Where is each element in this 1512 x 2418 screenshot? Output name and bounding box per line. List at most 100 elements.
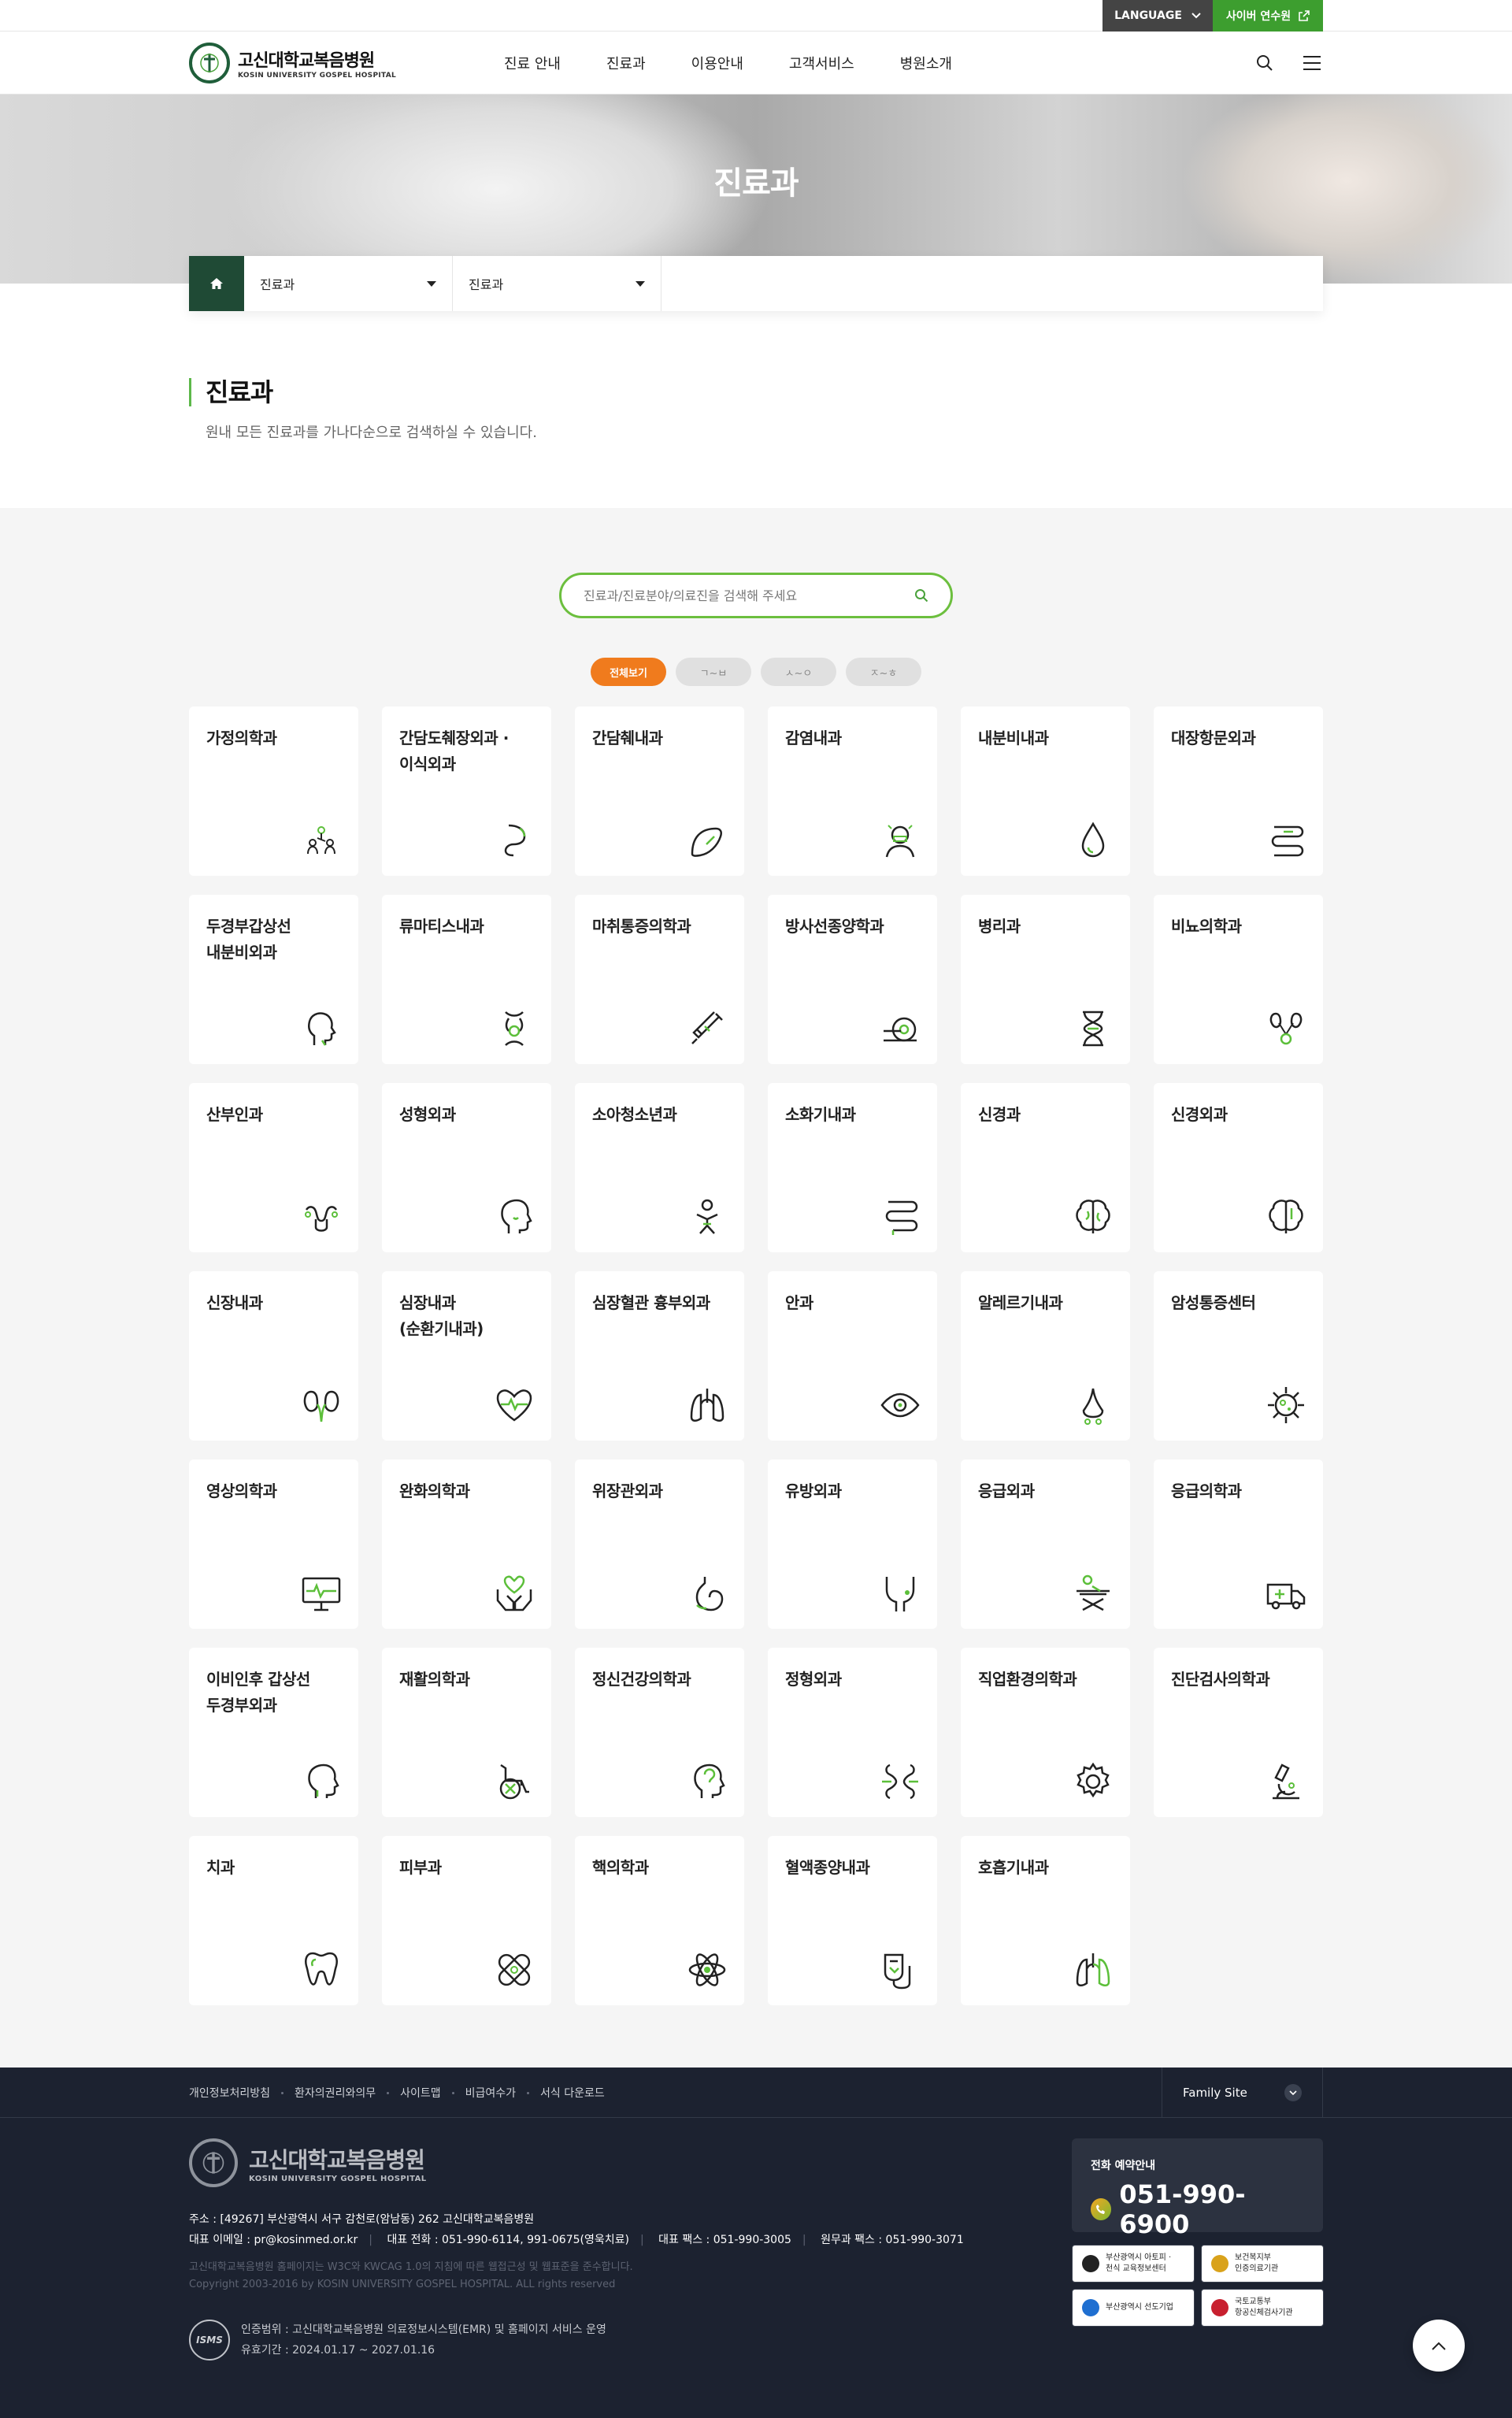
footer-copyright: Copyright 2003-2016 by KOSIN UNIVERSITY … <box>189 2279 616 2290</box>
liver-icon <box>686 819 728 862</box>
call-number[interactable]: 051-990-6900 <box>1119 2179 1304 2239</box>
department-card[interactable]: 내분비내과 <box>961 706 1130 876</box>
department-name: 혈액종양내과 <box>785 1858 870 1877</box>
department-card[interactable]: 안과 <box>768 1271 937 1441</box>
department-name: 방사선종양학과 <box>785 917 884 936</box>
nav-item-treatment-guide[interactable]: 진료 안내 <box>504 53 561 73</box>
department-card[interactable]: 소아청소년과 <box>575 1083 744 1252</box>
head-neck-icon <box>300 1007 343 1050</box>
department-card[interactable]: 간담췌내과 <box>575 706 744 876</box>
department-card[interactable]: 신경과 <box>961 1083 1130 1252</box>
department-card[interactable]: 이비인후 갑상선 두경부외과 <box>189 1648 358 1817</box>
footer-fax: 대표 팩스 : 051-990-3005 <box>658 2234 791 2246</box>
department-card[interactable]: 호흡기내과 <box>961 1836 1130 2005</box>
lung-icon <box>1072 1949 1114 1991</box>
department-card[interactable]: 피부과 <box>382 1836 551 2005</box>
cyber-training-button[interactable]: 사이버 연수원 <box>1213 0 1323 32</box>
wheelchair-icon <box>493 1760 536 1803</box>
filter-giyeok-bieup[interactable]: ㄱ~ㅂ <box>676 658 751 686</box>
department-card[interactable]: 응급의학과 <box>1154 1459 1323 1629</box>
nav-item-usage-guide[interactable]: 이용안내 <box>691 53 743 73</box>
department-card[interactable]: 비뇨의학과 <box>1154 895 1323 1064</box>
department-name: 위장관외과 <box>592 1482 663 1500</box>
footer-link-fees[interactable]: 비급여수가 <box>465 2085 516 2101</box>
department-card[interactable]: 간담도췌장외과 · 이식외과 <box>382 706 551 876</box>
nav-item-about-hospital[interactable]: 병원소개 <box>900 53 952 73</box>
department-card[interactable]: 대장항문외과 <box>1154 706 1323 876</box>
home-icon[interactable] <box>189 256 244 311</box>
department-card[interactable]: 신장내과 <box>189 1271 358 1441</box>
department-card[interactable]: 위장관외과 <box>575 1459 744 1629</box>
department-card[interactable]: 마취통증의학과 <box>575 895 744 1064</box>
breadcrumb-select-level1[interactable]: 진료과 <box>244 256 453 311</box>
family-site-select[interactable]: Family Site <box>1162 2068 1323 2118</box>
department-card[interactable]: 병리과 <box>961 895 1130 1064</box>
department-card[interactable]: 재활의학과 <box>382 1648 551 1817</box>
department-name: 소아청소년과 <box>592 1105 677 1124</box>
department-card[interactable]: 핵의학과 <box>575 1836 744 2005</box>
department-card[interactable]: 가정의학과 <box>189 706 358 876</box>
footer-link-privacy[interactable]: 개인정보처리방침 <box>189 2085 270 2101</box>
virus-icon <box>1265 1384 1307 1426</box>
masked-doctor-icon <box>879 819 921 862</box>
menu-icon[interactable] <box>1299 50 1325 76</box>
joint-icon <box>493 1007 536 1050</box>
department-card[interactable]: 심장내과 (순환기내과) <box>382 1271 551 1441</box>
footer-link-sitemap[interactable]: 사이트맵 <box>400 2085 441 2101</box>
certification-badges: 부산광역시 아토피 · 천식 교육정보센터 보건복지부 인증의료기관 부산광역시 선… <box>1072 2245 1324 2327</box>
filter-all[interactable]: 전체보기 <box>591 658 666 686</box>
stretcher-icon <box>1072 1572 1114 1615</box>
nav-item-departments[interactable]: 진료과 <box>606 53 646 73</box>
caret-down-icon <box>427 280 436 287</box>
department-card[interactable]: 정형외과 <box>768 1648 937 1817</box>
language-button[interactable]: LANGUAGE <box>1102 0 1213 32</box>
department-card[interactable]: 진단검사의학과 <box>1154 1648 1323 1817</box>
department-name: 암성통증센터 <box>1171 1293 1256 1312</box>
department-card[interactable]: 두경부갑상선 내분비외과 <box>189 895 358 1064</box>
site-logo[interactable]: 고신대학교복음병원 KOSIN UNIVERSITY GOSPEL HOSPIT… <box>189 43 396 83</box>
filter-jieut-hieut[interactable]: ㅈ~ㅎ <box>846 658 921 686</box>
department-search-input[interactable] <box>584 588 914 603</box>
department-card[interactable]: 류마티스내과 <box>382 895 551 1064</box>
department-card[interactable]: 유방외과 <box>768 1459 937 1629</box>
department-card[interactable]: 신경외과 <box>1154 1083 1323 1252</box>
syringe-icon <box>686 1007 728 1050</box>
department-card[interactable]: 성형외과 <box>382 1083 551 1252</box>
face-icon <box>493 1196 536 1238</box>
department-card[interactable]: 암성통증센터 <box>1154 1271 1323 1441</box>
department-card[interactable]: 소화기내과 <box>768 1083 937 1252</box>
footer-logo-subtitle: KOSIN UNIVERSITY GOSPEL HOSPITAL <box>249 2174 427 2183</box>
certification-emblem-icon <box>1211 2255 1228 2272</box>
department-card[interactable]: 방사선종양학과 <box>768 895 937 1064</box>
certification-badge: 부산광역시 아토피 · 천식 교육정보센터 <box>1072 2245 1195 2283</box>
blood-bag-icon <box>879 1949 921 1991</box>
external-link-icon <box>1299 10 1310 21</box>
call-label: 전화 예약안내 <box>1091 2160 1156 2172</box>
department-card[interactable]: 정신건강의학과 <box>575 1648 744 1817</box>
department-card[interactable]: 알레르기내과 <box>961 1271 1130 1441</box>
certification-badge: 국토교통부 항공신체검사기관 <box>1201 2289 1324 2327</box>
department-name: 완화의학과 <box>399 1482 470 1500</box>
footer-link-patient-rights[interactable]: 환자의권리와의무 <box>295 2085 376 2101</box>
department-card[interactable]: 영상의학과 <box>189 1459 358 1629</box>
child-icon <box>686 1196 728 1238</box>
department-name: 간담도췌장외과 · 이식외과 <box>399 729 509 773</box>
department-card[interactable]: 산부인과 <box>189 1083 358 1252</box>
department-card[interactable]: 응급외과 <box>961 1459 1130 1629</box>
department-card[interactable]: 심장혈관 흉부외과 <box>575 1271 744 1441</box>
department-card[interactable]: 혈액종양내과 <box>768 1836 937 2005</box>
search-icon[interactable] <box>914 588 928 603</box>
department-card[interactable]: 직업환경의학과 <box>961 1648 1130 1817</box>
microscope-icon <box>1265 1760 1307 1803</box>
scroll-top-button[interactable] <box>1413 2320 1465 2372</box>
nav-item-customer-service[interactable]: 고객서비스 <box>789 53 854 73</box>
department-card[interactable]: 치과 <box>189 1836 358 2005</box>
search-icon[interactable] <box>1252 50 1277 76</box>
care-hands-icon <box>493 1572 536 1615</box>
department-card[interactable]: 완화의학과 <box>382 1459 551 1629</box>
footer-link-forms[interactable]: 서식 다운로드 <box>540 2085 605 2101</box>
breadcrumb-select-level2[interactable]: 진료과 <box>453 256 662 311</box>
phone-reservation-box: 전화 예약안내 051-990-6900 <box>1072 2138 1323 2239</box>
filter-siot-ieung[interactable]: ㅅ~ㅇ <box>761 658 836 686</box>
department-card[interactable]: 감염내과 <box>768 706 937 876</box>
